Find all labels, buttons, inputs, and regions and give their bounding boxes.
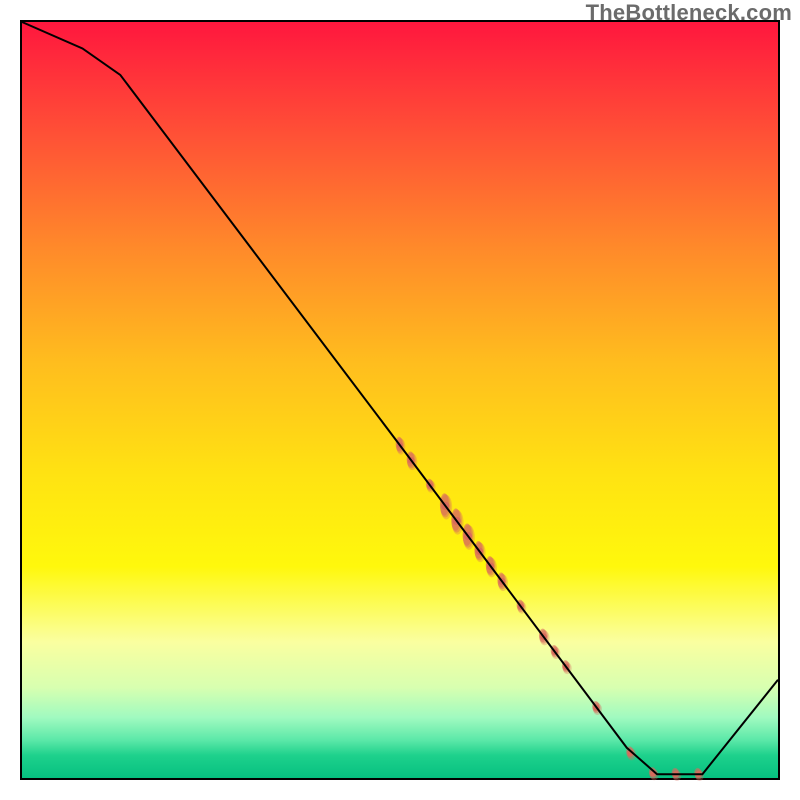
plot-area [20, 20, 780, 780]
chart-container: TheBottleneck.com [0, 0, 800, 800]
bottleneck-curve [22, 22, 778, 774]
chart-svg [22, 22, 778, 778]
scatter-layer [396, 437, 704, 781]
